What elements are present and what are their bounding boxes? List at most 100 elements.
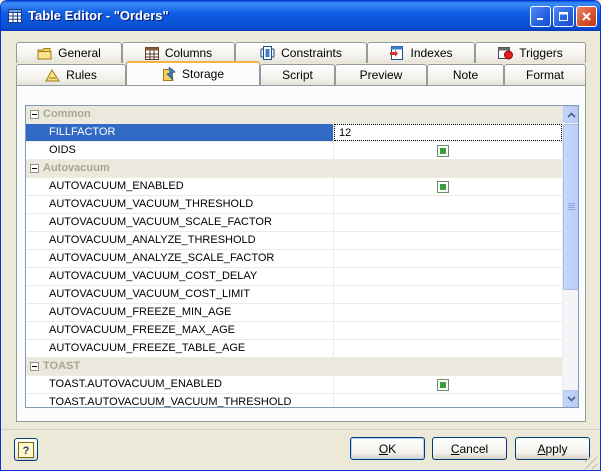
property-value[interactable]: 12 [334, 124, 562, 141]
folder-icon [37, 47, 52, 59]
tab-constraints[interactable]: Constraints [235, 42, 367, 63]
property-rows: Common FILLFACTOR 12 OIDS Autovacuum AUTOVACU… [26, 106, 562, 407]
maximize-button[interactable] [553, 6, 574, 27]
property-checkbox[interactable] [437, 181, 449, 193]
property-name: AUTOVACUUM_VACUUM_THRESHOLD [26, 196, 334, 213]
property-value[interactable] [334, 268, 562, 285]
tab-label: Columns [164, 46, 213, 60]
tab-general[interactable]: General [16, 42, 122, 63]
category-label: TOAST [43, 360, 81, 372]
property-value[interactable] [334, 178, 562, 195]
property-row[interactable]: OIDS [26, 142, 562, 160]
property-row[interactable]: AUTOVACUUM_ANALYZE_THRESHOLD [26, 232, 562, 250]
tab-label: Note [452, 68, 479, 82]
property-checkbox[interactable] [437, 379, 449, 391]
property-value[interactable] [334, 250, 562, 267]
ok-button[interactable]: OK [350, 437, 425, 460]
tab-indexes[interactable]: Indexes [367, 42, 475, 63]
tab-rules[interactable]: Rules [16, 64, 126, 85]
property-name: TOAST.AUTOVACUUM_VACUUM_THRESHOLD [26, 394, 334, 407]
ok-accel: O [378, 441, 389, 456]
window-title: Table Editor - "Orders" [28, 8, 169, 23]
tab-triggers[interactable]: Triggers [475, 42, 586, 63]
tab-note[interactable]: Note [427, 64, 504, 85]
property-value[interactable] [334, 376, 562, 393]
property-row[interactable]: AUTOVACUUM_FREEZE_MIN_AGE [26, 304, 562, 322]
scroll-up-button[interactable] [563, 106, 578, 123]
tab-label: Indexes [410, 46, 453, 60]
property-name: AUTOVACUUM_FREEZE_MIN_AGE [26, 304, 334, 321]
property-value[interactable] [334, 340, 562, 357]
collapse-icon[interactable] [30, 110, 39, 119]
cancel-button[interactable]: Cancel [432, 437, 507, 460]
resize-grip[interactable] [585, 457, 597, 469]
tab-label: Rules [66, 68, 97, 82]
minimize-button[interactable] [530, 6, 551, 27]
property-row[interactable]: TOAST.AUTOVACUUM_ENABLED [26, 376, 562, 394]
apply-button[interactable]: Apply [515, 437, 590, 460]
tab-label: Storage [181, 67, 225, 81]
property-name: FILLFACTOR [26, 124, 334, 141]
property-value[interactable] [334, 196, 562, 213]
property-value[interactable] [334, 232, 562, 249]
scroll-down-button[interactable] [563, 390, 578, 407]
category-row[interactable]: TOAST [26, 358, 562, 376]
tab-label: Triggers [519, 46, 563, 60]
table-icon [8, 9, 22, 23]
apply-label-rest: pply [545, 441, 568, 456]
svg-text:?: ? [23, 445, 30, 457]
close-button[interactable] [576, 6, 597, 27]
storage-icon [162, 66, 176, 81]
apply-accel: A [537, 441, 546, 456]
tab-label: Constraints [281, 46, 342, 60]
property-value[interactable] [334, 394, 562, 407]
vertical-scrollbar[interactable] [562, 106, 578, 407]
help-icon: ? [18, 441, 34, 458]
property-name: OIDS [26, 142, 334, 159]
columns-icon [144, 46, 159, 60]
property-row[interactable]: AUTOVACUUM_VACUUM_COST_LIMIT [26, 286, 562, 304]
title-bar[interactable]: Table Editor - "Orders" [1, 1, 600, 31]
trigger-icon [498, 47, 514, 60]
property-name: AUTOVACUUM_FREEZE_MAX_AGE [26, 322, 334, 339]
property-checkbox[interactable] [437, 145, 449, 157]
tab-label: Preview [359, 68, 403, 82]
collapse-icon[interactable] [30, 362, 39, 371]
property-row[interactable]: AUTOVACUUM_FREEZE_TABLE_AGE [26, 340, 562, 358]
help-button[interactable]: ? [14, 438, 38, 461]
scroll-thumb[interactable] [563, 124, 578, 290]
property-value[interactable] [334, 322, 562, 339]
property-row[interactable]: FILLFACTOR 12 [26, 124, 562, 142]
property-row[interactable]: AUTOVACUUM_VACUUM_THRESHOLD [26, 196, 562, 214]
cancel-label-rest: ancel [459, 441, 489, 456]
category-row[interactable]: Common [26, 106, 562, 124]
tab-preview[interactable]: Preview [335, 64, 427, 85]
chevron-down-icon [567, 395, 576, 402]
ok-label-rest: K [388, 441, 397, 456]
grip-icon [568, 203, 575, 211]
tab-script[interactable]: Script [260, 64, 335, 85]
property-grid[interactable]: Common FILLFACTOR 12 OIDS Autovacuum AUTOVACU… [25, 105, 579, 408]
chevron-up-icon [567, 111, 576, 118]
close-icon [582, 12, 591, 21]
tab-storage[interactable]: Storage [126, 61, 260, 85]
tab-columns[interactable]: Columns [122, 42, 235, 63]
footer-separator [1, 429, 600, 430]
category-row[interactable]: Autovacuum [26, 160, 562, 178]
property-value[interactable] [334, 286, 562, 303]
property-value[interactable] [334, 142, 562, 159]
property-row[interactable]: TOAST.AUTOVACUUM_VACUUM_THRESHOLD [26, 394, 562, 407]
property-name: TOAST.AUTOVACUUM_ENABLED [26, 376, 334, 393]
property-value[interactable] [334, 304, 562, 321]
property-row[interactable]: AUTOVACUUM_VACUUM_SCALE_FACTOR [26, 214, 562, 232]
tab-format[interactable]: Format [504, 64, 586, 85]
property-name: AUTOVACUUM_ANALYZE_THRESHOLD [26, 232, 334, 249]
rules-icon [45, 68, 61, 81]
property-row[interactable]: AUTOVACUUM_ENABLED [26, 178, 562, 196]
property-row[interactable]: AUTOVACUUM_FREEZE_MAX_AGE [26, 322, 562, 340]
collapse-icon[interactable] [30, 164, 39, 173]
property-row[interactable]: AUTOVACUUM_ANALYZE_SCALE_FACTOR [26, 250, 562, 268]
property-value[interactable] [334, 214, 562, 231]
property-row[interactable]: AUTOVACUUM_VACUUM_COST_DELAY [26, 268, 562, 286]
tab-row-bottom: Rules Storage Script Preview Note Format [1, 61, 600, 85]
